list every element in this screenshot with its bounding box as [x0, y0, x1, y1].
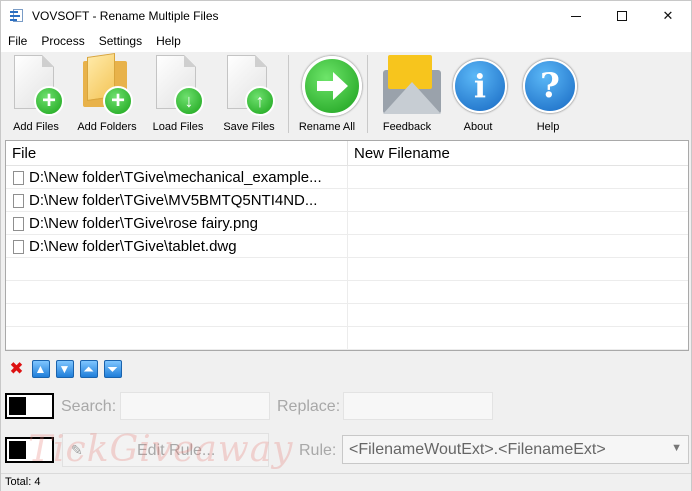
maximize-button[interactable] [599, 1, 645, 31]
table-row[interactable]: D:\New folder\TGive\rose fairy.png [6, 212, 688, 235]
empty-row [6, 281, 688, 304]
remove-button[interactable]: ✖ [6, 359, 27, 379]
menu-file[interactable]: File [1, 31, 34, 52]
maximize-icon [617, 11, 627, 21]
move-bottom-button[interactable]: ⏷ [102, 359, 123, 379]
file-icon [13, 171, 24, 185]
watermark: TickGiveaway [28, 429, 294, 470]
rule-select-value: <FilenameWoutExt>.<FilenameExt> [349, 441, 606, 458]
save-files-label: Save Files [223, 121, 275, 133]
help-label: Help [536, 121, 560, 133]
column-header-new-filename[interactable]: New Filename [348, 141, 688, 166]
add-folders-button[interactable]: + Add Folders [74, 52, 140, 136]
title-bar: VOVSOFT - Rename Multiple Files ✕ [1, 1, 691, 31]
rename-all-button[interactable]: Rename All [294, 52, 362, 136]
menu-help[interactable]: Help [149, 31, 188, 52]
help-button[interactable]: ? Help [515, 52, 581, 136]
feedback-label: Feedback [382, 121, 432, 133]
column-header-file[interactable]: File [6, 141, 348, 166]
close-button[interactable]: ✕ [645, 1, 691, 31]
plus-icon: + [34, 86, 64, 116]
menu-settings[interactable]: Settings [92, 31, 149, 52]
rule-label: Rule: [299, 442, 337, 459]
load-files-label: Load Files [152, 121, 204, 133]
replace-label: Replace: [277, 398, 341, 415]
empty-row [6, 304, 688, 327]
menu-process[interactable]: Process [34, 31, 91, 52]
toolbar: + Add Files + Add Folders ↓ Load Files ↑… [1, 52, 691, 137]
total-count: Total: 4 [5, 476, 41, 488]
arrow-up-icon: ▲ [31, 360, 50, 378]
arrow-down-icon: ↓ [174, 86, 204, 116]
rule-select[interactable]: <FilenameWoutExt>.<FilenameExt> ▼ [342, 435, 689, 464]
move-up-button[interactable]: ▲ [30, 359, 51, 379]
load-files-button[interactable]: ↓ Load Files [145, 52, 211, 136]
file-path: D:\New folder\TGive\MV5BMTQ5NTI4ND... [29, 192, 318, 209]
file-path: D:\New folder\TGive\rose fairy.png [29, 215, 258, 232]
minimize-button[interactable] [553, 1, 599, 31]
info-icon: i [453, 59, 507, 113]
list-header: File New Filename [6, 141, 688, 166]
add-folders-label: Add Folders [77, 121, 137, 133]
toolbar-separator [288, 55, 289, 133]
file-list[interactable]: File New Filename D:\New folder\TGive\me… [5, 140, 689, 351]
add-files-button[interactable]: + Add Files [3, 52, 69, 136]
add-files-label: Add Files [13, 121, 59, 133]
move-down-button[interactable]: ▼ [54, 359, 75, 379]
app-logo-icon [10, 9, 26, 23]
empty-row [6, 327, 688, 350]
menu-bar: File Process Settings Help [1, 31, 691, 52]
save-files-button[interactable]: ↑ Save Files [216, 52, 282, 136]
move-top-button[interactable]: ⏶ [78, 359, 99, 379]
minimize-icon [571, 15, 581, 17]
empty-row [6, 258, 688, 281]
remove-icon: ✖ [9, 359, 24, 378]
plus-icon: + [103, 86, 133, 116]
window-title: VOVSOFT - Rename Multiple Files [32, 9, 219, 23]
file-path: D:\New folder\TGive\mechanical_example..… [29, 169, 322, 186]
search-replace-toggle[interactable] [5, 393, 54, 419]
about-label: About [463, 121, 493, 133]
status-bar: Total: 4 [1, 473, 691, 491]
about-button[interactable]: i About [445, 52, 511, 136]
arrow-top-icon: ⏶ [79, 360, 98, 378]
arrow-bottom-icon: ⏷ [103, 360, 122, 378]
arrow-up-icon: ↑ [245, 86, 275, 116]
search-input[interactable] [120, 392, 270, 420]
table-row[interactable]: D:\New folder\TGive\tablet.dwg [6, 235, 688, 258]
table-row[interactable]: D:\New folder\TGive\mechanical_example..… [6, 166, 688, 189]
rename-all-label: Rename All [298, 121, 356, 133]
file-icon [13, 240, 24, 254]
close-icon: ✕ [662, 8, 674, 23]
arrow-down-icon: ▼ [55, 360, 74, 378]
file-path: D:\New folder\TGive\tablet.dwg [29, 238, 237, 255]
chevron-down-icon: ▼ [671, 442, 682, 454]
question-icon: ? [523, 59, 577, 113]
arrow-right-icon [302, 56, 362, 116]
file-icon [13, 217, 24, 231]
feedback-button[interactable]: Feedback [374, 52, 441, 136]
file-icon [13, 194, 24, 208]
replace-input[interactable] [343, 392, 493, 420]
search-label: Search: [61, 398, 117, 415]
app-window: VOVSOFT - Rename Multiple Files ✕ File P… [0, 0, 692, 491]
table-row[interactable]: D:\New folder\TGive\MV5BMTQ5NTI4ND... [6, 189, 688, 212]
toolbar-separator [367, 55, 368, 133]
